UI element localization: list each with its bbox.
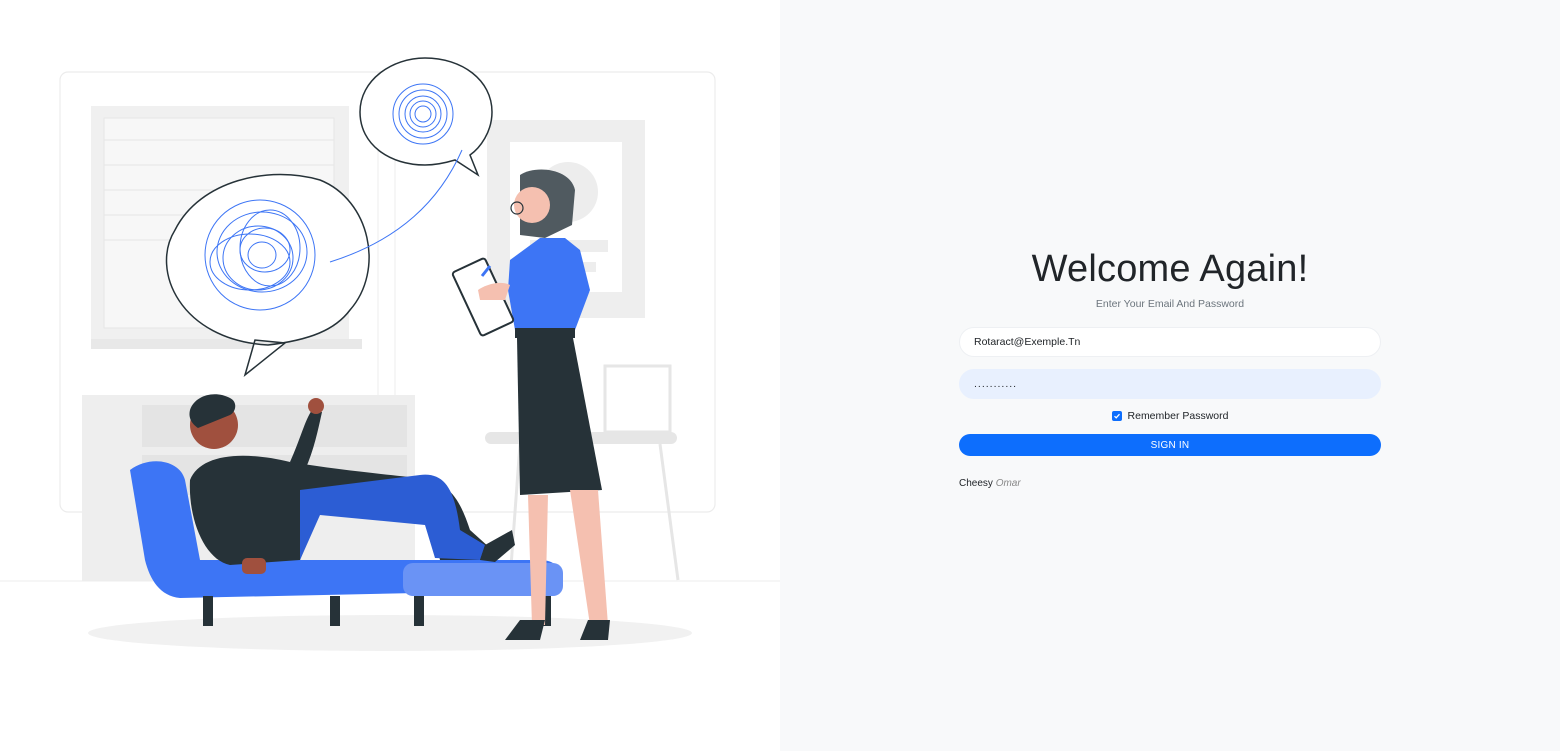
email-field[interactable] xyxy=(959,327,1381,357)
welcome-subtitle: Enter Your Email And Password xyxy=(1095,298,1245,310)
remember-password-label: Remember Password xyxy=(1127,410,1229,422)
remember-password-row: Remember Password xyxy=(780,410,1560,422)
credit-first: Cheesy xyxy=(959,478,993,489)
credit-second: Omar xyxy=(995,478,1021,489)
sign-in-button[interactable]: SIGN IN xyxy=(959,434,1381,456)
welcome-title: Welcome Again! xyxy=(1031,248,1309,290)
illustration-pane xyxy=(0,0,780,751)
footer-credit: Cheesy Omar xyxy=(959,478,1021,489)
check-icon xyxy=(1113,413,1120,419)
login-pane: Welcome Again! Enter Your Email And Pass… xyxy=(780,0,1560,751)
therapy-illustration xyxy=(0,57,780,651)
remember-password-checkbox[interactable] xyxy=(1111,411,1122,421)
password-field[interactable] xyxy=(959,369,1381,399)
